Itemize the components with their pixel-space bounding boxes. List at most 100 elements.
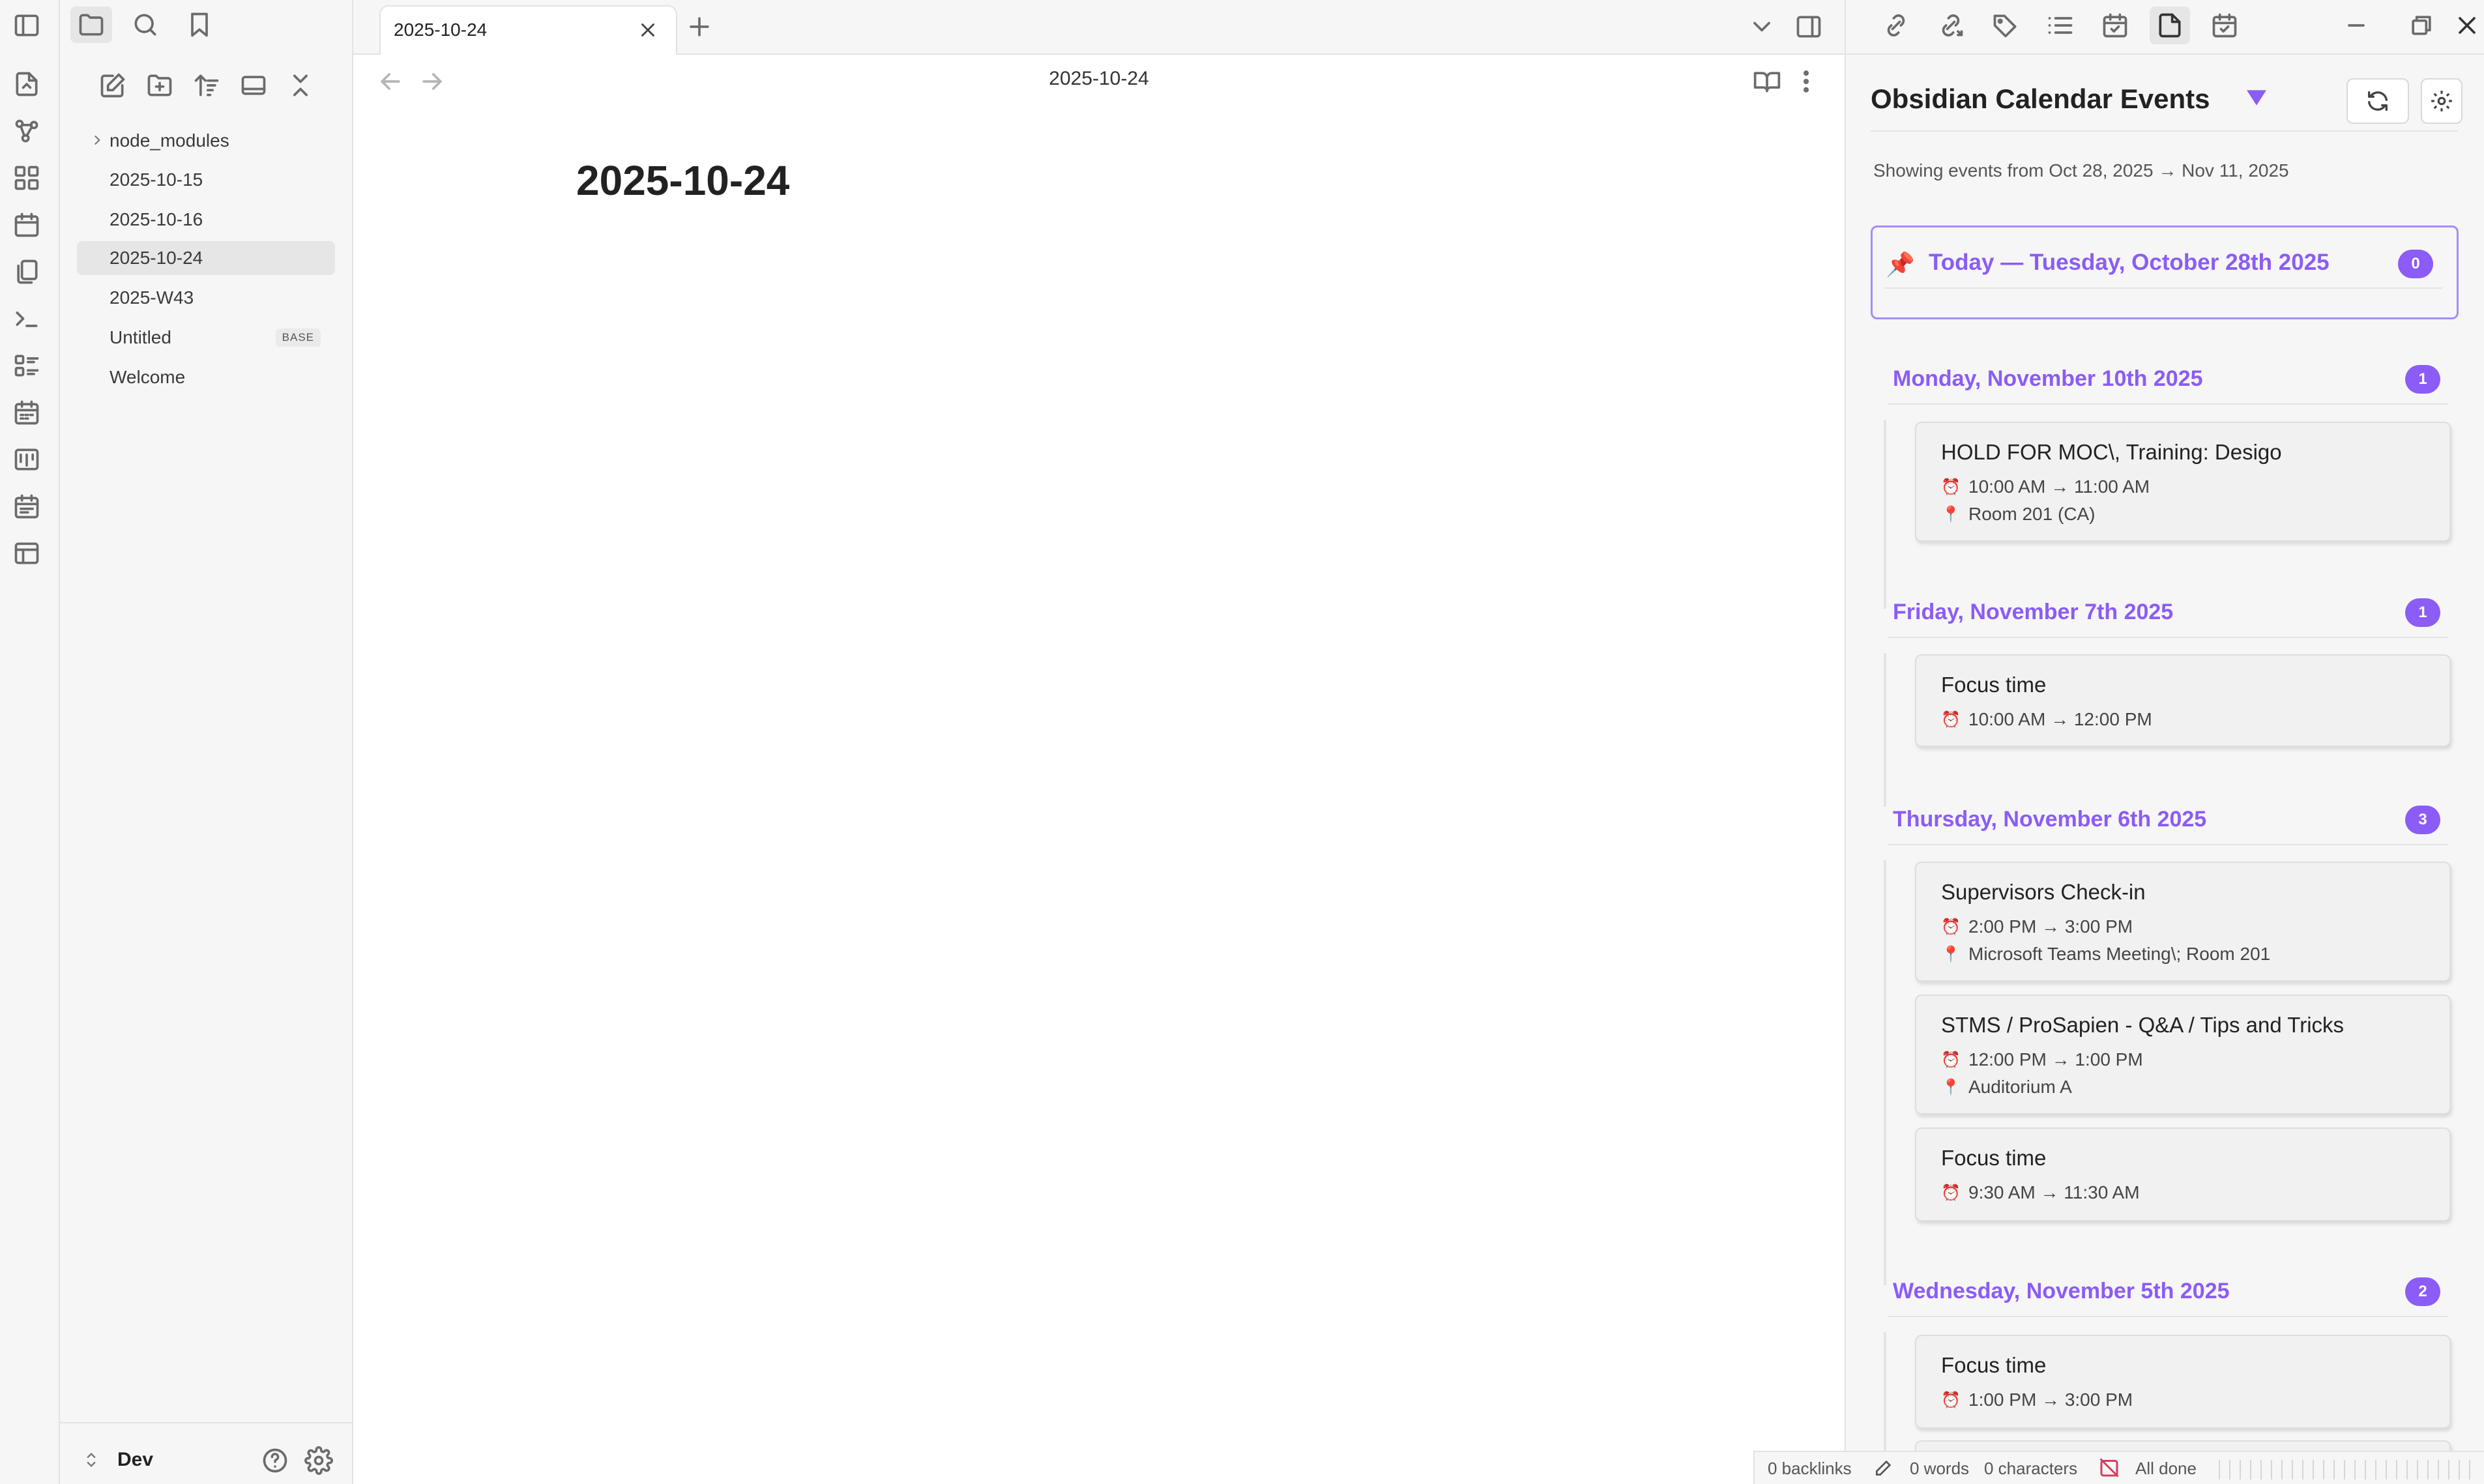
calendar-events-tab-icon[interactable] [2207, 8, 2242, 43]
day-divider [1888, 844, 2448, 845]
calendar-icon[interactable] [9, 395, 44, 430]
refresh-button[interactable] [2346, 78, 2409, 124]
close-window-icon[interactable] [2449, 8, 2484, 43]
tree-item-file[interactable]: Untitled BASE [77, 321, 335, 355]
reading-view-book-icon[interactable] [1749, 64, 1785, 99]
event-card[interactable]: Focus time ⏰ 10:00 AM → 12:00 PM [1915, 654, 2451, 747]
tags-icon[interactable] [1988, 8, 2023, 43]
graph-view-icon[interactable] [9, 113, 44, 149]
event-location: 📍 Room 201 (CA) [1941, 504, 2096, 524]
panel-settings-button[interactable] [2421, 78, 2462, 124]
day-rail [1884, 420, 1886, 609]
today-divider [1884, 287, 2442, 289]
day-count-badge: 1 [2405, 598, 2440, 627]
canvas-icon[interactable] [9, 160, 44, 196]
new-folder-icon[interactable] [142, 68, 177, 103]
alarm-clock-icon: ⏰ [1941, 1391, 1961, 1409]
alarm-clock-icon: ⏰ [1941, 710, 1961, 729]
settings-gear-icon[interactable] [301, 1443, 336, 1478]
outline-list-icon[interactable] [9, 348, 44, 383]
day-header[interactable]: Monday, November 10th 2025 [1893, 366, 2203, 392]
search-icon[interactable] [128, 7, 163, 42]
day-rail [1884, 860, 1886, 1285]
backlinks-icon[interactable] [1878, 8, 1914, 43]
event-time: ⏰ 10:00 AM → 11:00 AM [1941, 476, 2150, 497]
left-ribbon [0, 0, 60, 1484]
command-palette-icon[interactable] [9, 301, 44, 336]
day-header[interactable]: Friday, November 7th 2025 [1893, 600, 2173, 625]
sidebar-footer-divider [60, 1422, 352, 1423]
event-card[interactable]: Focus time ⏰ 9:30 AM → 11:30 AM [1915, 1128, 2451, 1221]
event-title: Supervisors Check-in [1941, 880, 2146, 904]
close-tab-icon[interactable] [630, 12, 666, 48]
tree-item-label: 2025-10-16 [110, 209, 203, 229]
vault-switcher[interactable]: Dev [82, 1443, 226, 1477]
table-view-icon[interactable] [9, 536, 44, 571]
tree-item-folder[interactable]: node_modules [77, 124, 335, 158]
open-quick-switcher-icon[interactable] [9, 66, 44, 102]
sort-icon[interactable] [189, 68, 224, 103]
daily-note-icon[interactable] [9, 207, 44, 242]
calendar-check-icon[interactable] [2097, 8, 2133, 43]
tab-list-chevron-down-icon[interactable] [1744, 9, 1779, 44]
day-count-badge: 1 [2405, 365, 2440, 394]
tree-item-file[interactable]: 2025-10-15 [77, 163, 335, 197]
tree-item-label: 2025-10-24 [110, 248, 203, 268]
sync-status[interactable]: All done [2135, 1459, 2197, 1479]
day-rail [1884, 653, 1886, 807]
sidebar-toggle-icon[interactable] [9, 8, 44, 43]
status-bar: 0 backlinks 0 words 0 characters All don… [1753, 1451, 2484, 1484]
event-time: ⏰ 1:00 PM → 3:00 PM [1941, 1389, 2133, 1410]
tree-item-file-active[interactable]: 2025-10-24 [77, 241, 335, 275]
templates-icon[interactable] [9, 254, 44, 289]
new-tab-plus-icon[interactable] [682, 9, 717, 44]
event-card[interactable]: STMS / ProSapien - Q&A / Tips and Tricks… [1915, 995, 2451, 1114]
event-location: 📍 Auditorium A [1941, 1077, 2072, 1097]
day-count-badge: 2 [2405, 1277, 2440, 1306]
event-time: ⏰ 2:00 PM → 3:00 PM [1941, 916, 2133, 937]
tree-item-label: 2025-10-15 [110, 169, 203, 190]
note-title-heading[interactable]: 2025-10-24 [576, 156, 789, 205]
more-options-icon[interactable] [1789, 64, 1824, 99]
day-header[interactable]: Thursday, November 6th 2025 [1893, 807, 2206, 832]
pin-icon: 📍 [1941, 505, 1961, 523]
event-title: Focus time [1941, 673, 2047, 697]
event-title: HOLD FOR MOC\, Training: Desigo [1941, 440, 2282, 464]
tree-item-file[interactable]: 2025-W43 [77, 281, 335, 315]
tree-item-file[interactable]: Welcome [77, 360, 335, 394]
chevron-updown-icon [87, 1453, 96, 1467]
folder-icon[interactable] [74, 7, 109, 42]
help-icon[interactable] [257, 1443, 293, 1478]
minimize-window-icon[interactable] [2339, 8, 2374, 43]
collapse-all-icon[interactable] [283, 68, 318, 103]
calendar-events-panel: Obsidian Calendar Events Showing events … [1845, 55, 2484, 1484]
view-header-title[interactable]: 2025-10-24 [353, 68, 1845, 90]
triangle-down-icon[interactable] [2243, 85, 2270, 111]
file-properties-icon[interactable] [2152, 8, 2187, 43]
day-header[interactable]: Wednesday, November 5th 2025 [1893, 1279, 2230, 1304]
event-time: ⏰ 10:00 AM → 12:00 PM [1941, 709, 2152, 729]
right-sidebar-toggle-icon[interactable] [1791, 9, 1826, 44]
outline-icon[interactable] [2043, 8, 2078, 43]
chevron-right-icon [89, 132, 106, 149]
restore-window-icon[interactable] [2404, 8, 2439, 43]
sync-off-icon[interactable] [2097, 1456, 2121, 1479]
calendar-events-icon[interactable] [9, 489, 44, 524]
kanban-board-icon[interactable] [9, 442, 44, 477]
activity-meter [2219, 1460, 2479, 1479]
event-location: 📍 Microsoft Teams Meeting\; Room 201 [1941, 944, 2271, 964]
tab-2025-10-24[interactable]: 2025-10-24 [379, 5, 677, 56]
pin-icon: 📍 [1941, 945, 1961, 963]
new-note-icon[interactable] [95, 68, 130, 103]
event-card[interactable]: Focus time ⏰ 1:00 PM → 3:00 PM [1915, 1335, 2451, 1429]
event-card[interactable]: HOLD FOR MOC\, Training: Desigo ⏰ 10:00 A… [1915, 422, 2451, 542]
auto-reveal-icon[interactable] [236, 68, 271, 103]
backlinks-count[interactable]: 0 backlinks [1768, 1459, 1852, 1479]
tree-item-file[interactable]: 2025-10-16 [77, 203, 335, 237]
tab-bar: 2025-10-24 [353, 0, 1845, 56]
bookmark-icon[interactable] [182, 7, 217, 42]
event-card[interactable]: Supervisors Check-in ⏰ 2:00 PM → 3:00 PM … [1915, 862, 2451, 982]
pencil-edit-icon[interactable] [1873, 1457, 1894, 1478]
outgoing-links-icon[interactable] [1933, 8, 1968, 43]
gear-icon [2431, 91, 2452, 111]
